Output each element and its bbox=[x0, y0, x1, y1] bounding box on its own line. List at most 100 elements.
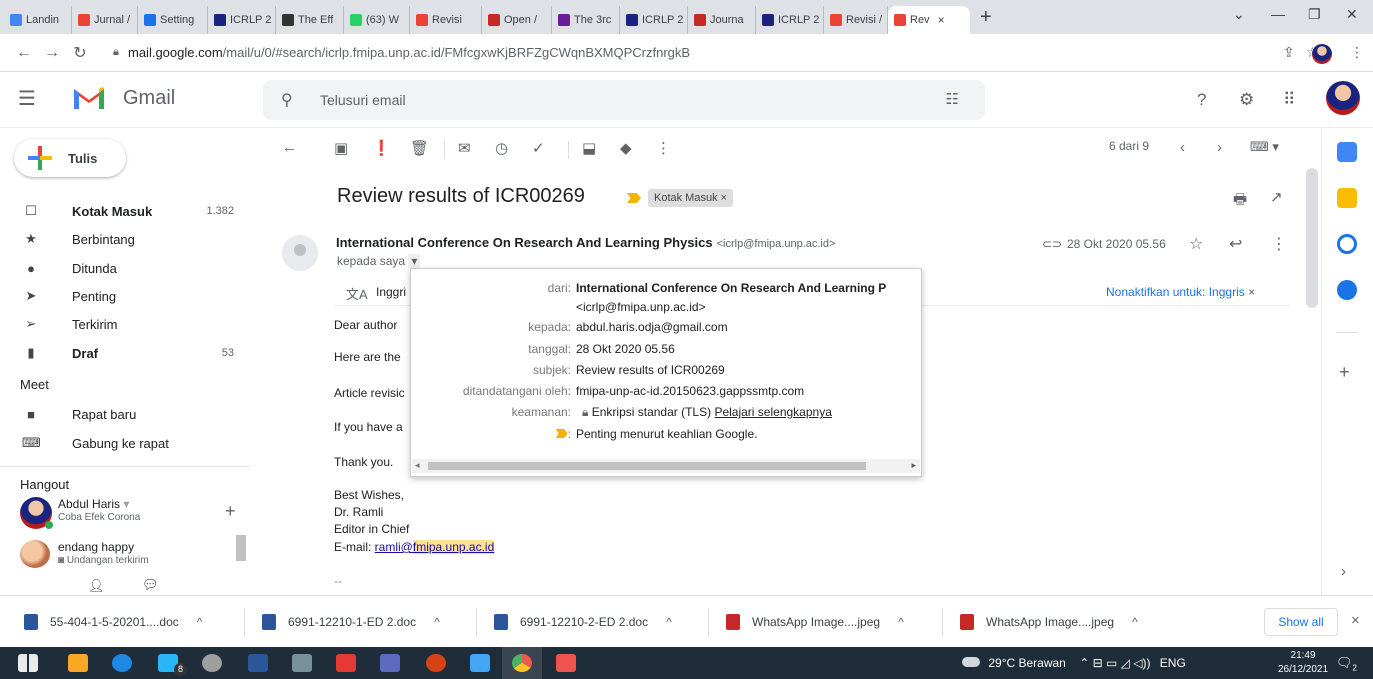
tab-active[interactable]: Rev × bbox=[888, 6, 970, 34]
back-icon[interactable]: ← bbox=[10, 44, 38, 62]
learn-more-link[interactable]: Pelajari selengkapnya bbox=[714, 405, 831, 419]
nav-item[interactable]: ● Ditunda bbox=[0, 254, 250, 282]
download-options-icon[interactable]: ^ bbox=[434, 615, 440, 629]
calendar-icon[interactable] bbox=[1337, 142, 1357, 162]
help-icon[interactable]: ? bbox=[1197, 90, 1206, 110]
browser-tab[interactable]: Revisi / bbox=[824, 6, 888, 34]
download-item[interactable]: 6991-12210-1-ED 2.doc ^ bbox=[262, 596, 440, 648]
restore-icon[interactable]: ❐ bbox=[1308, 6, 1321, 23]
mark-unread-icon[interactable]: ✉ bbox=[458, 139, 471, 157]
settings-gear-icon[interactable]: ⚙ bbox=[1239, 90, 1254, 110]
search-options-icon[interactable]: ☷ bbox=[946, 90, 959, 108]
acrobat-icon[interactable] bbox=[336, 654, 356, 672]
browser-tab[interactable]: Landin bbox=[4, 6, 72, 34]
star-message-icon[interactable]: ☆ bbox=[1189, 234, 1203, 254]
more-options-icon[interactable]: ⋮ bbox=[656, 139, 671, 157]
label-chip[interactable]: Kotak Masuk × bbox=[648, 189, 734, 207]
get-addons-icon[interactable]: + bbox=[1339, 362, 1350, 383]
account-avatar[interactable] bbox=[1326, 81, 1360, 115]
print-icon[interactable]: 🖶︎ bbox=[1233, 189, 1247, 214]
forward-icon[interactable]: → bbox=[38, 44, 66, 62]
new-conversation-icon[interactable]: + bbox=[225, 501, 236, 522]
lock-icon[interactable]: 🔒︎ bbox=[113, 46, 119, 59]
older-icon[interactable]: › bbox=[1217, 139, 1222, 156]
show-all-button[interactable]: Show all bbox=[1264, 608, 1338, 636]
nav-item[interactable]: ➤ Penting bbox=[0, 282, 250, 310]
meet-item[interactable]: ⌨ Gabung ke rapat bbox=[0, 429, 250, 457]
browser-tab[interactable]: The 3rc bbox=[552, 6, 620, 34]
nav-item[interactable]: ★ Berbintang bbox=[0, 225, 250, 253]
browser-tab[interactable]: (63) W bbox=[344, 6, 410, 34]
chat-bubble-icon[interactable]: 💬︎ bbox=[142, 577, 159, 593]
signature-email-link[interactable]: ramli@fmipa.unp.ac.id bbox=[375, 540, 495, 554]
scrollbar-thumb[interactable] bbox=[428, 462, 866, 470]
tasks-icon[interactable] bbox=[1337, 234, 1357, 254]
browser-tab[interactable]: Journa bbox=[688, 6, 756, 34]
app-icon[interactable] bbox=[470, 654, 490, 672]
download-options-icon[interactable]: ^ bbox=[197, 615, 203, 629]
keep-icon[interactable] bbox=[1337, 188, 1357, 208]
browser-tab[interactable]: Setting bbox=[138, 6, 208, 34]
powerpoint-icon[interactable] bbox=[426, 654, 446, 672]
apps-grid-icon[interactable]: ⠿ bbox=[1283, 90, 1295, 110]
browser-tab[interactable]: Open / bbox=[482, 6, 552, 34]
meet-item[interactable]: ■ Rapat baru bbox=[0, 400, 250, 428]
app-icon[interactable] bbox=[380, 654, 400, 672]
snooze-icon[interactable]: ◷ bbox=[495, 139, 508, 157]
input-tools-icon[interactable]: ⌨ ▾ bbox=[1250, 139, 1279, 155]
image-viewer-icon[interactable] bbox=[556, 654, 576, 672]
browser-tab[interactable]: The Eff bbox=[276, 6, 344, 34]
address-bar[interactable]: mail.google.com/mail/u/0/#search/icrlp.f… bbox=[128, 45, 690, 60]
expand-panel-icon[interactable]: › bbox=[1341, 563, 1346, 580]
archive-icon[interactable]: ▣ bbox=[334, 139, 348, 157]
download-options-icon[interactable]: ^ bbox=[1132, 615, 1138, 629]
contacts-person-icon[interactable]: 👤︎ bbox=[88, 578, 105, 594]
reply-icon[interactable]: ↩ bbox=[1229, 234, 1242, 254]
new-tab-button[interactable]: + bbox=[980, 6, 992, 29]
message-more-icon[interactable]: ⋮ bbox=[1271, 234, 1287, 254]
gmail-logo-icon[interactable] bbox=[72, 85, 106, 111]
newer-icon[interactable]: ‹ bbox=[1180, 139, 1185, 156]
clock[interactable]: 21:49 26/12/2021 bbox=[1278, 649, 1328, 677]
move-to-icon[interactable]: ⬓ bbox=[582, 139, 596, 157]
details-horizontal-scrollbar[interactable]: ◂ ▸ bbox=[412, 459, 920, 473]
main-menu-icon[interactable]: ☰ bbox=[18, 86, 36, 111]
message-scrollbar[interactable] bbox=[1306, 168, 1318, 308]
open-new-window-icon[interactable]: ↗ bbox=[1270, 188, 1283, 206]
nav-item[interactable]: ➢ Terkirim bbox=[0, 310, 250, 338]
close-download-bar-icon[interactable]: × bbox=[1351, 612, 1360, 629]
nav-item[interactable]: ▮ Draf 53 bbox=[0, 339, 250, 367]
file-explorer-icon[interactable] bbox=[68, 654, 88, 672]
browser-tab[interactable]: ICRLP 2 bbox=[620, 6, 688, 34]
search-input[interactable]: Telusuri email bbox=[320, 92, 406, 108]
browser-menu-icon[interactable]: ⋮ bbox=[1350, 44, 1364, 61]
download-item[interactable]: WhatsApp Image....jpeg ^ bbox=[960, 596, 1138, 648]
notification-icon[interactable]: 🗨︎2 bbox=[1336, 655, 1357, 673]
nav-item[interactable]: ☐ Kotak Masuk 1.382 bbox=[0, 197, 250, 225]
sender-name[interactable]: International Conference On Research And… bbox=[336, 235, 835, 250]
important-marker-icon[interactable] bbox=[627, 193, 641, 203]
app-icon[interactable] bbox=[292, 654, 312, 672]
compose-button[interactable]: Tulis bbox=[14, 139, 126, 177]
add-task-icon[interactable]: ✓ bbox=[532, 139, 545, 157]
recipient-toggle[interactable]: kepada saya ▾ bbox=[337, 254, 421, 268]
download-item[interactable]: WhatsApp Image....jpeg ^ bbox=[726, 596, 904, 648]
browser-tab[interactable]: Jurnal / bbox=[72, 6, 138, 34]
edge-icon[interactable] bbox=[112, 654, 132, 672]
download-options-icon[interactable]: ^ bbox=[898, 615, 904, 629]
translate-language[interactable]: Inggri bbox=[376, 285, 406, 299]
tab-search-icon[interactable]: ⌄ bbox=[1233, 6, 1245, 23]
reload-icon[interactable]: ↻ bbox=[66, 43, 94, 63]
download-item[interactable]: 55-404-1-5-20201....doc ^ bbox=[24, 596, 202, 648]
hangout-scrollbar[interactable] bbox=[236, 535, 246, 561]
search-bar[interactable]: ⚲ Telusuri email ☷ bbox=[263, 80, 985, 120]
sender-avatar[interactable] bbox=[282, 235, 318, 271]
download-item[interactable]: 6991-12210-2-ED 2.doc ^ bbox=[494, 596, 672, 648]
profile-avatar[interactable] bbox=[1312, 44, 1332, 64]
disable-translate-link[interactable]: Nonaktifkan untuk: Inggris × bbox=[1106, 285, 1255, 299]
translate-icon[interactable]: 文A bbox=[346, 284, 368, 303]
label-icon[interactable]: ◆ bbox=[620, 139, 632, 157]
window-close-icon[interactable]: ✕ bbox=[1346, 6, 1358, 23]
download-options-icon[interactable]: ^ bbox=[666, 615, 672, 629]
start-icon[interactable] bbox=[18, 654, 38, 672]
